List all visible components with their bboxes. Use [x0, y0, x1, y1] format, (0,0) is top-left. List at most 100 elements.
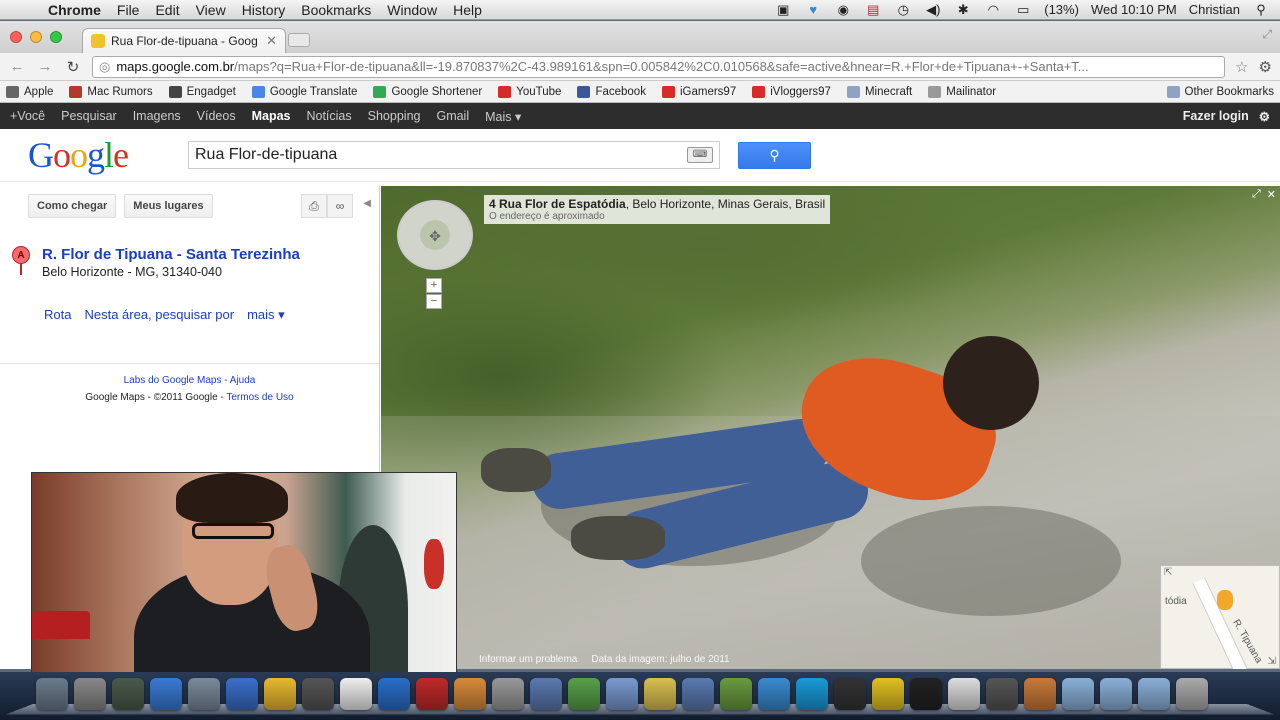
close-street-view-icon[interactable]: ✕ — [1267, 188, 1276, 201]
flag-icon[interactable]: ▤ — [864, 2, 882, 17]
dock-app-icon[interactable] — [112, 678, 144, 710]
other-bookmarks[interactable]: Other Bookmarks — [1166, 85, 1274, 98]
marker-pin-icon[interactable]: A — [12, 246, 30, 276]
dock-app-icon[interactable] — [530, 678, 562, 710]
new-tab-button[interactable] — [288, 33, 310, 47]
labs-help-links[interactable]: Labs do Google Maps - Ajuda — [0, 372, 379, 389]
fullscreen-icon[interactable]: ⤢ — [1262, 27, 1272, 42]
menu-window[interactable]: Window — [379, 2, 445, 18]
dock-app-icon[interactable] — [986, 678, 1018, 710]
dock-app-icon[interactable] — [1138, 678, 1170, 710]
terms-link[interactable]: Termos de Uso — [226, 392, 293, 403]
pegman-icon[interactable] — [1217, 590, 1233, 610]
gbar-item[interactable]: Shopping — [368, 109, 421, 123]
dock-app-icon[interactable] — [720, 678, 752, 710]
volume-icon[interactable]: ◀) — [924, 2, 942, 17]
dock-app-icon[interactable] — [340, 678, 372, 710]
dock-app-icon[interactable] — [872, 678, 904, 710]
menu-file[interactable]: File — [109, 2, 148, 18]
bookmark-item[interactable]: Mailinator — [928, 85, 996, 98]
menu-view[interactable]: View — [188, 2, 234, 18]
dock-app-icon[interactable] — [74, 678, 106, 710]
close-tab-icon[interactable]: ✕ — [266, 33, 277, 49]
user-name[interactable]: Christian — [1189, 2, 1240, 17]
gbar-item[interactable]: Notícias — [306, 109, 351, 123]
address-bar[interactable]: ◎ maps.google.com.br/maps?q=Rua+Flor-de-… — [92, 55, 1226, 78]
bookmark-item[interactable]: YouTube — [498, 85, 561, 98]
settings-gear-icon[interactable]: ⚙ — [1259, 109, 1270, 124]
more-link[interactable]: mais ▾ — [247, 307, 285, 323]
time-machine-icon[interactable]: ◷ — [894, 2, 912, 17]
dock-app-icon[interactable] — [188, 678, 220, 710]
dock-app-icon[interactable] — [454, 678, 486, 710]
dock-app-icon[interactable] — [834, 678, 866, 710]
camera-icon[interactable]: ▣ — [774, 2, 792, 17]
shrink-map-icon[interactable]: ⇲ — [1268, 656, 1276, 667]
dock-app-icon[interactable] — [416, 678, 448, 710]
dock-app-icon[interactable] — [150, 678, 182, 710]
dock-app-icon[interactable] — [36, 678, 68, 710]
my-places-button[interactable]: Meus lugares — [124, 194, 213, 218]
dock-app-icon[interactable] — [1176, 678, 1208, 710]
gbar-item[interactable]: Gmail — [436, 109, 469, 123]
bookmark-item[interactable]: iGamers97 — [661, 85, 736, 98]
street-view-image[interactable]: 4 Rua Flor de Espatódia, Belo Horizonte,… — [381, 186, 1280, 669]
report-problem-link[interactable]: Informar um problema — [479, 654, 577, 665]
bluetooth-icon[interactable]: ✱ — [954, 2, 972, 17]
reload-button[interactable]: ↻ — [64, 58, 82, 76]
dock-app-icon[interactable] — [1024, 678, 1056, 710]
bookmark-item[interactable]: iVloggers97 — [752, 85, 831, 98]
dock-app-icon[interactable] — [606, 678, 638, 710]
mini-map[interactable]: tódia R. Tipuana ⇱ ⇲ — [1160, 565, 1280, 669]
collapse-panel-icon[interactable]: ◀ — [363, 198, 371, 209]
dock-app-icon[interactable] — [378, 678, 410, 710]
dock-app-icon[interactable] — [1062, 678, 1094, 710]
search-button[interactable]: ⚲ — [738, 141, 811, 169]
dock-app-icon[interactable] — [682, 678, 714, 710]
login-link[interactable]: Fazer login — [1183, 109, 1249, 123]
dock-app-icon[interactable] — [1100, 678, 1132, 710]
minimize-window-button[interactable] — [30, 31, 42, 43]
gbar-item[interactable]: Vídeos — [197, 109, 236, 123]
eye-icon[interactable]: ◉ — [834, 2, 852, 17]
print-icon[interactable]: ⎙ — [301, 194, 327, 218]
search-input[interactable]: Rua Flor-de-tipuana ⌨ — [188, 141, 720, 169]
zoom-window-button[interactable] — [50, 31, 62, 43]
pan-control[interactable]: ✥ — [397, 200, 473, 270]
bookmark-item[interactable]: Apple — [6, 85, 53, 98]
dock-app-icon[interactable] — [910, 678, 942, 710]
dock-app-icon[interactable] — [644, 678, 676, 710]
clock[interactable]: Wed 10:10 PM — [1091, 2, 1177, 17]
gbar-item[interactable]: Mais ▾ — [485, 109, 521, 124]
dock-app-icon[interactable] — [226, 678, 258, 710]
result-title[interactable]: R. Flor de Tipuana - Santa Terezinha — [42, 246, 300, 263]
link-icon[interactable]: ∞ — [327, 194, 353, 218]
bookmark-star-icon[interactable]: ☆ — [1235, 58, 1248, 76]
twitter-icon[interactable]: ♥ — [804, 2, 822, 17]
directions-button[interactable]: Como chegar — [28, 194, 117, 218]
gbar-item[interactable]: Mapas — [252, 109, 291, 123]
google-logo[interactable]: Google — [28, 134, 188, 176]
gbar-item[interactable]: Imagens — [133, 109, 181, 123]
tab-active[interactable]: Rua Flor-de-tipuana - Goog ✕ — [82, 28, 286, 53]
zoom-out-button[interactable]: − — [426, 294, 442, 309]
gbar-item[interactable]: +Você — [10, 109, 45, 123]
dock-app-icon[interactable] — [796, 678, 828, 710]
close-window-button[interactable] — [10, 31, 22, 43]
bookmark-item[interactable]: Minecraft — [846, 85, 912, 98]
expand-icon[interactable]: ⤢ — [1252, 188, 1261, 201]
dock-app-icon[interactable] — [948, 678, 980, 710]
expand-map-icon[interactable]: ⇱ — [1164, 567, 1172, 578]
battery-icon[interactable]: ▭ — [1014, 2, 1032, 17]
forward-button[interactable]: → — [36, 58, 54, 75]
menu-help[interactable]: Help — [445, 2, 490, 18]
dock-app-icon[interactable] — [492, 678, 524, 710]
search-nearby-link[interactable]: Nesta área, pesquisar por — [84, 307, 234, 323]
menu-history[interactable]: History — [234, 2, 294, 18]
bookmark-item[interactable]: Google Shortener — [373, 85, 482, 98]
menu-edit[interactable]: Edit — [147, 2, 187, 18]
spotlight-icon[interactable]: ⚲ — [1252, 2, 1270, 17]
search-result[interactable]: A R. Flor de Tipuana - Santa Terezinha B… — [0, 218, 379, 279]
menu-app-name[interactable]: Chrome — [40, 2, 109, 18]
back-button[interactable]: ← — [8, 58, 26, 75]
